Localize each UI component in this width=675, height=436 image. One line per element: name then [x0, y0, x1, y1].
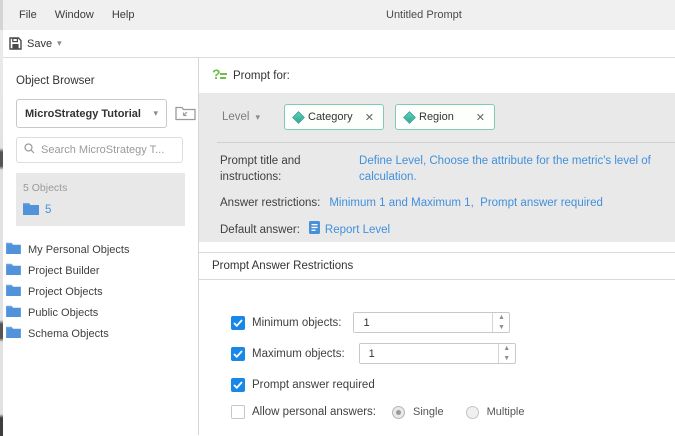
prompt-title-label: Prompt title and instructions: [220, 153, 350, 185]
chevron-down-icon: ▾ [153, 109, 158, 118]
chip-label: Category [308, 111, 353, 123]
folder-icon [6, 305, 21, 320]
prompt-for-header: ? Prompt for: [199, 58, 675, 93]
folder-label: Schema Objects [28, 328, 109, 340]
divider [217, 142, 675, 143]
level-dropdown[interactable]: Level ▾ [220, 111, 284, 123]
window-edge-artifact [0, 0, 3, 436]
prompt-answer-required-label: Prompt answer required [252, 379, 375, 391]
restrictions-section-title: Prompt Answer Restrictions [212, 260, 353, 272]
folder-icon [6, 326, 21, 341]
attribute-diamond-icon [292, 111, 305, 124]
multiple-radio-label: Multiple [487, 406, 525, 418]
single-radio-label: Single [413, 406, 444, 418]
close-icon[interactable]: ✕ [476, 111, 485, 124]
object-browser-title: Object Browser [16, 75, 198, 87]
chip-category[interactable]: Category ✕ [284, 104, 384, 130]
menu-window[interactable]: Window [46, 9, 103, 21]
folder-label: Project Builder [28, 265, 100, 277]
project-dropdown[interactable]: MicroStrategy Tutorial ▾ [16, 99, 167, 128]
search-input[interactable]: Search MicroStrategy T... [16, 137, 183, 163]
menu-file[interactable]: File [10, 9, 46, 21]
spinner-up-icon[interactable]: ▲ [499, 344, 515, 354]
folder-item-project-builder[interactable]: Project Builder [0, 260, 198, 281]
prompt-definition-panel: Level ▾ Category ✕ Region ✕ [199, 93, 675, 242]
prompt-answer-required-checkbox[interactable] [231, 378, 245, 392]
folder-tree: My Personal Objects Project Builder Proj… [0, 239, 198, 344]
spinner-down-icon[interactable]: ▼ [493, 323, 509, 333]
object-browser-panel: Object Browser MicroStrategy Tutorial ▾ … [0, 58, 199, 435]
save-icon [9, 37, 22, 50]
multiple-radio-button[interactable] [466, 406, 479, 419]
maximum-objects-label: Maximum objects: [252, 348, 345, 360]
folder-icon [6, 284, 21, 299]
maximum-objects-stepper[interactable]: ▲ ▼ [359, 343, 516, 364]
folder-item-schema-objects[interactable]: Schema Objects [0, 323, 198, 344]
chip-label: Region [419, 111, 454, 123]
folder-label: My Personal Objects [28, 244, 129, 256]
folder-label: Project Objects [28, 286, 103, 298]
folder-label: Public Objects [28, 307, 98, 319]
save-toolbar: Save ▾ [0, 30, 675, 58]
restrictions-section-header: Prompt Answer Restrictions [199, 252, 675, 280]
prompt-icon: ? [212, 67, 227, 85]
menu-help[interactable]: Help [103, 9, 144, 21]
restrictions-body: Minimum objects: ▲ ▼ Maximum objects: [199, 280, 675, 419]
folder-item-my-personal-objects[interactable]: My Personal Objects [0, 239, 198, 260]
selection-folder-label: 5 [45, 204, 51, 216]
folder-icon [6, 263, 21, 278]
folder-item-project-objects[interactable]: Project Objects [0, 281, 198, 302]
maximum-objects-input[interactable] [360, 344, 498, 363]
spinner-down-icon[interactable]: ▼ [499, 354, 515, 364]
allow-personal-answers-label: Allow personal answers: [252, 406, 376, 418]
chevron-down-icon: ▾ [256, 113, 261, 122]
save-label: Save [27, 38, 52, 50]
minimum-objects-label: Minimum objects: [252, 317, 341, 329]
default-answer-value: Report Level [325, 222, 390, 238]
answer-restrictions-link[interactable]: Minimum 1 and Maximum 1, Prompt answer r… [329, 195, 603, 211]
close-icon[interactable]: ✕ [365, 111, 374, 124]
minimum-objects-input[interactable] [354, 313, 492, 332]
answer-restrictions-label: Answer restrictions: [220, 195, 320, 211]
single-radio-button[interactable] [392, 406, 405, 419]
window-title: Untitled Prompt [386, 0, 462, 30]
minimum-objects-checkbox[interactable] [231, 316, 245, 330]
spinner-up-icon[interactable]: ▲ [493, 313, 509, 323]
level-chips: Category ✕ Region ✕ [284, 104, 495, 130]
selection-count: 5 Objects [23, 182, 185, 194]
folder-item-public-objects[interactable]: Public Objects [0, 302, 198, 323]
level-label: Level [222, 111, 250, 123]
maximum-objects-checkbox[interactable] [231, 347, 245, 361]
svg-text:?: ? [212, 67, 221, 82]
minimum-objects-stepper[interactable]: ▲ ▼ [353, 312, 510, 333]
allow-personal-answers-checkbox[interactable] [231, 405, 245, 419]
menu-bar: File Window Help Untitled Prompt [0, 0, 675, 30]
search-placeholder: Search MicroStrategy T... [41, 144, 164, 156]
prompt-editor-panel: ? Prompt for: Level ▾ Category ✕ [199, 58, 675, 435]
search-icon [24, 143, 35, 157]
project-dropdown-value: MicroStrategy Tutorial [25, 108, 153, 120]
save-button[interactable]: Save ▾ [9, 37, 62, 50]
prompt-for-label: Prompt for: [233, 70, 290, 82]
folder-icon [6, 242, 21, 257]
browse-folder-icon[interactable] [175, 104, 196, 124]
chip-region[interactable]: Region ✕ [395, 104, 495, 130]
folder-icon [23, 202, 39, 218]
selection-summary[interactable]: 5 Objects 5 [16, 173, 185, 226]
report-icon [309, 221, 320, 239]
prompt-title-link[interactable]: Define Level, Choose the attribute for t… [359, 153, 675, 185]
attribute-diamond-icon [403, 111, 416, 124]
chevron-down-icon[interactable]: ▾ [57, 39, 62, 48]
app-window: File Window Help Untitled Prompt Save ▾ … [0, 0, 675, 436]
default-answer-link[interactable]: Report Level [309, 221, 390, 239]
default-answer-label: Default answer: [220, 222, 300, 238]
